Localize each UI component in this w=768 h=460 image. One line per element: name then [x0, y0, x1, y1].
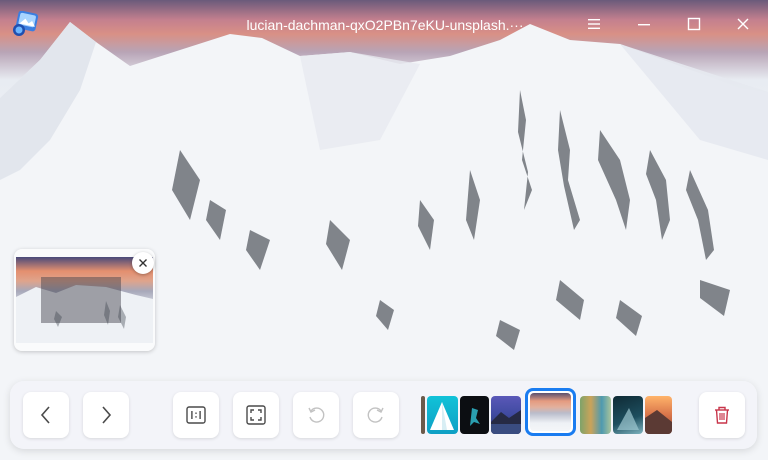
rotate-clockwise-button[interactable]	[353, 392, 399, 438]
fit-screen-icon	[246, 405, 266, 425]
menu-icon	[588, 19, 600, 29]
close-icon	[139, 259, 147, 267]
image-viewer-icon	[11, 10, 39, 37]
fit-window-button[interactable]	[233, 392, 279, 438]
minimize-button[interactable]	[632, 12, 656, 36]
thumbnail-item[interactable]	[427, 396, 458, 434]
thumbnail-item[interactable]	[460, 396, 489, 434]
window-title: lucian-dachman-qxO2PBn7eKU-unsplash.···	[246, 17, 524, 33]
thumbnail-current-preview	[530, 393, 571, 431]
minimize-icon	[638, 24, 650, 26]
maximize-button[interactable]	[682, 12, 706, 36]
title-bar: lucian-dachman-qxO2PBn7eKU-unsplash.···	[0, 0, 768, 50]
thumbnail-item[interactable]	[645, 396, 672, 434]
thumbnail-item-current[interactable]	[525, 388, 576, 436]
original-size-button[interactable]	[173, 392, 219, 438]
previous-button[interactable]	[23, 392, 69, 438]
close-icon	[737, 18, 749, 30]
rotate-right-icon	[367, 407, 384, 423]
thumbnail-item[interactable]	[421, 396, 425, 434]
maximize-icon	[687, 17, 701, 31]
close-navigator-button[interactable]	[132, 252, 154, 274]
rotate-left-icon	[308, 407, 325, 423]
chevron-right-icon	[102, 406, 112, 424]
navigation-viewport-indicator[interactable]	[41, 277, 121, 323]
thumbnail-item[interactable]	[580, 396, 611, 434]
thumbnail-item[interactable]	[491, 396, 521, 434]
close-button[interactable]	[731, 12, 755, 36]
rotate-counterclockwise-button[interactable]	[293, 392, 339, 438]
menu-button[interactable]	[582, 12, 606, 36]
next-button[interactable]	[83, 392, 129, 438]
thumbnail-item[interactable]	[613, 396, 643, 434]
chevron-left-icon	[40, 406, 50, 424]
delete-button[interactable]	[699, 392, 745, 438]
trash-icon	[715, 406, 729, 424]
one-to-one-icon	[186, 406, 206, 424]
